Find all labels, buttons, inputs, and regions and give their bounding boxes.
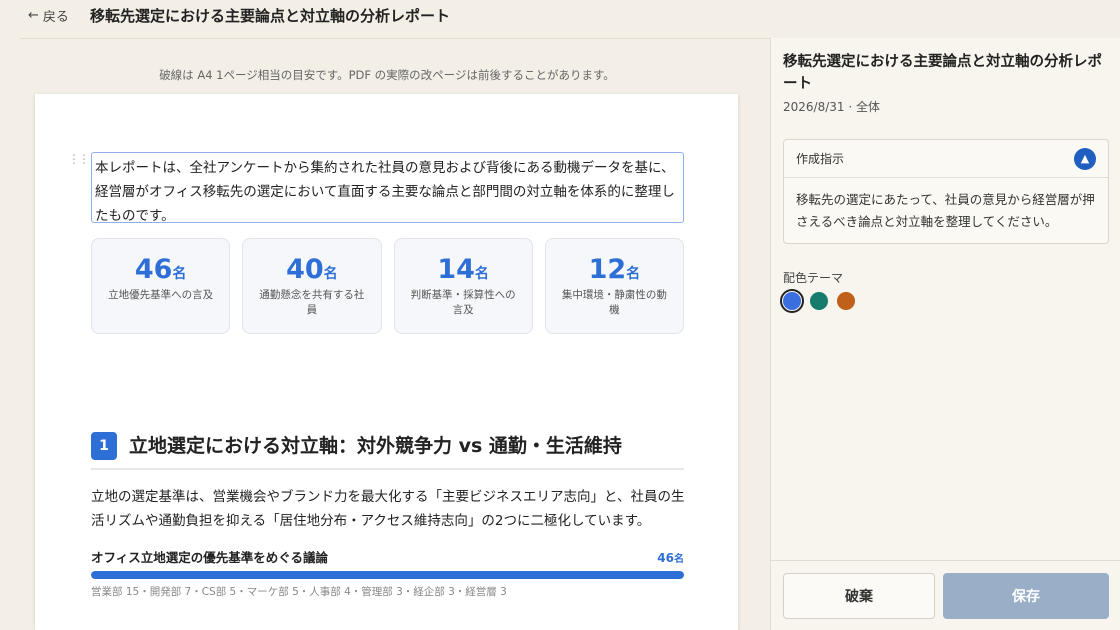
stat-unit: 名	[626, 266, 641, 282]
sidebar-footer-divider	[771, 560, 1120, 561]
section-body: 立地の選定基準は、営業機会やブランド力を最大化する「主要ビジネスエリア志向」と、…	[91, 489, 685, 529]
back-label: 戻る	[42, 10, 69, 25]
theme-swatch-blue[interactable]	[780, 289, 804, 313]
bar-count-unit: 名	[674, 554, 684, 565]
bar-fill	[91, 571, 684, 579]
stat-label: 立地優先基準への言及	[108, 289, 214, 301]
report-page: ⋮⋮ 本レポートは、全社アンケートから集約された社員の意見および背後にある動機デ…	[35, 94, 738, 630]
stat-unit: 名	[172, 266, 187, 282]
sidebar: 移転先選定における主要論点と対立軸の分析レポート 2026/8/31 · 全体 …	[770, 38, 1120, 630]
stat-card: 40名 通勤懸念を共有する社員	[242, 238, 382, 334]
save-button[interactable]: 保存	[943, 573, 1109, 619]
department-breakdown: 営業部 15・開発部 7・CS部 5・マーケ部 5・人事部 4・管理部 3・経企…	[91, 586, 507, 598]
top-bar: ← 戻る 移転先選定における主要論点と対立軸の分析レポート	[0, 0, 1120, 38]
drag-handle-icon[interactable]: ⋮⋮	[68, 153, 90, 165]
bar-title: オフィス立地選定の優先基準をめぐる議論	[91, 550, 329, 565]
bar-count-value: 46	[657, 551, 674, 565]
stat-unit: 名	[323, 266, 338, 282]
sidebar-meta: 2026/8/31 · 全体	[783, 100, 880, 114]
page-break-notice: 破線は A4 1ページ相当の目安です。PDF の実際の改ページは前後することがあ…	[159, 68, 615, 82]
bar-count: 46名	[657, 550, 684, 565]
page-title: 移転先選定における主要論点と対立軸の分析レポート	[90, 7, 451, 25]
stat-unit: 名	[474, 266, 489, 282]
sidebar-title: 移転先選定における主要論点と対立軸の分析レポート	[783, 54, 1102, 92]
chevron-up-icon[interactable]: ▲	[1074, 147, 1096, 170]
bar-track	[91, 571, 684, 579]
stat-label: 通勤懸念を共有する社員	[259, 289, 365, 316]
stat-card: 12名 集中環境・静粛性の動機	[544, 238, 684, 334]
bar-header: オフィス立地選定の優先基準をめぐる議論 46名	[91, 547, 684, 566]
theme-swatches	[780, 289, 855, 313]
instruction-heading: 作成指示	[796, 152, 845, 166]
stat-card: 46名 立地優先基準への言及	[91, 238, 231, 334]
stat-value: 40	[286, 254, 324, 285]
instruction-panel: 作成指示 ▲ 移転先の選定にあたって、社員の意見から経営層が押さえるべき論点と対…	[783, 139, 1109, 244]
stat-card: 14名 判断基準・採算性への言及	[393, 238, 533, 334]
section-number-badge: 1	[91, 432, 117, 460]
stat-value: 14	[437, 254, 475, 285]
theme-swatch-teal[interactable]	[810, 292, 828, 310]
stat-label: 集中環境・静粛性の動機	[561, 289, 667, 316]
section-title: 立地選定における対立軸：対外競争力 vs 通勤・生活維持	[129, 435, 622, 457]
instruction-header[interactable]: 作成指示 ▲	[784, 140, 1108, 178]
section-heading: 1 立地選定における対立軸：対外競争力 vs 通勤・生活維持	[91, 432, 684, 470]
theme-label: 配色テーマ	[783, 271, 844, 285]
stat-value: 46	[134, 254, 173, 285]
back-button[interactable]: ← 戻る	[28, 6, 69, 25]
stat-label: 判断基準・採算性への言及	[410, 289, 516, 316]
theme-swatch-orange[interactable]	[837, 292, 855, 310]
stat-value: 12	[588, 254, 627, 285]
instruction-body: 移転先の選定にあたって、社員の意見から経営層が押さえるべき論点と対立軸を整理して…	[796, 192, 1095, 229]
arrow-left-icon: ←	[28, 8, 39, 23]
stat-cards: 46名 立地優先基準への言及 40名 通勤懸念を共有する社員 14名 判断基準・…	[91, 238, 684, 334]
intro-text-editor[interactable]: 本レポートは、全社アンケートから集約された社員の意見および背後にある動機データを…	[91, 152, 684, 224]
discard-button[interactable]: 破棄	[783, 573, 935, 619]
